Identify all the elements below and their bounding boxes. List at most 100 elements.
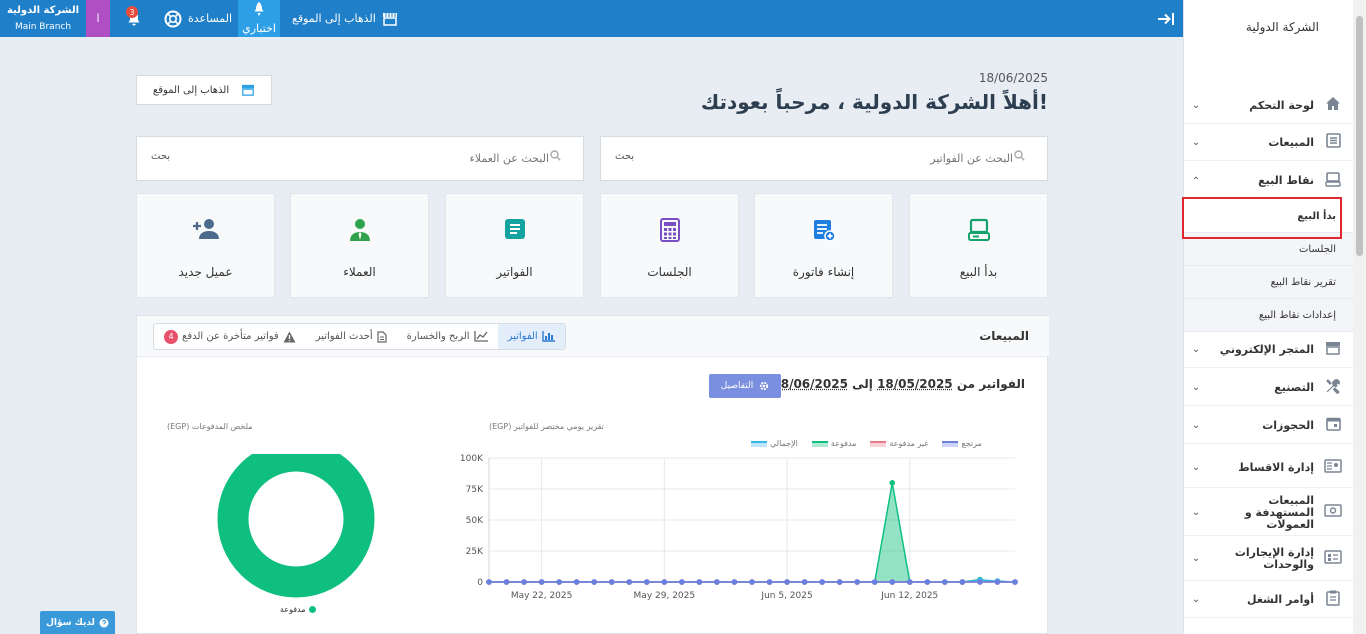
data-point (766, 579, 773, 585)
sidebar-toggle-button[interactable] (1152, 0, 1180, 37)
series-line (489, 482, 1015, 583)
customer-search-input[interactable] (197, 137, 549, 180)
tools-icon (1322, 378, 1344, 398)
scrollbar-thumb[interactable] (1356, 16, 1363, 256)
sidebar-item-rentals-units[interactable]: إدارة الإيجارات والوحدات ⌄ (1184, 537, 1354, 581)
invoice-search-input[interactable] (661, 137, 1013, 180)
x-tick-label: May 22, 2025 (511, 591, 573, 601)
goto-site-link[interactable]: الذهاب إلى الموقع (292, 0, 398, 37)
customer-search-box: بحث (136, 136, 584, 181)
tab-invoices[interactable]: الفواتير (497, 324, 565, 349)
data-point (486, 579, 492, 585)
line-chart-icon (473, 331, 488, 342)
tile-label: بدأ البيع (959, 265, 998, 279)
donut-chart-title: (EGP) ملخص المدفوعات (167, 422, 253, 431)
add-invoice-icon (755, 218, 892, 248)
sidebar-item-sales[interactable]: المبيعات ⌄ (1184, 125, 1354, 161)
donut-legend-swatch (308, 606, 316, 613)
tile-start-sale[interactable]: بدأ البيع (909, 193, 1048, 298)
overdue-badge: 4 (164, 329, 178, 344)
calculator-icon (601, 218, 738, 248)
tile-label: الفواتير (496, 265, 533, 279)
x-tick-label: Jun 5, 2025 (760, 591, 812, 601)
lifebuoy-icon (164, 10, 182, 27)
donut-legend: مدفوعة (280, 605, 316, 614)
sidebar-subitem-pos-report[interactable]: تقرير نقاط البيع (1184, 266, 1354, 299)
avatar-initial: ا (96, 12, 100, 25)
data-point (661, 579, 668, 585)
ask-question-button[interactable]: لديك سؤال (40, 611, 115, 634)
sidebar-item-label: المبيعات (1268, 135, 1314, 149)
sidebar-item-bookings[interactable]: الحجوزات ⌄ (1184, 408, 1354, 444)
sidebar-item-dashboard[interactable]: لوحة التحكم ⌄ (1184, 88, 1354, 124)
data-point (591, 579, 597, 585)
data-point (521, 579, 527, 585)
y-tick-label: 0 (477, 578, 483, 588)
goto-site-label: الذهاب إلى الموقع (152, 84, 230, 96)
y-tick-label: 75K (466, 485, 484, 495)
tile-new-customer[interactable]: عميل جديد (136, 193, 275, 298)
line-chart-title: (EGP) تقرير يومي مختصر للفواتير (489, 422, 604, 431)
tile-create-invoice[interactable]: إنشاء فاتورة (754, 193, 893, 298)
sales-card: المبيعات الفواتير الربح والخسارة أحدث ال… (136, 315, 1049, 634)
money-icon (1322, 504, 1344, 521)
pos-terminal-icon (910, 218, 1047, 248)
notification-badge: 3 (126, 6, 138, 18)
details-label: التفاصيل (720, 381, 754, 391)
sidebar-item-label: الحجوزات (1262, 418, 1314, 432)
tab-latest-invoices[interactable]: أحدث الفواتير (306, 324, 397, 349)
invoice-search-button[interactable]: بحث (615, 151, 634, 162)
sidebar-item-pos[interactable]: نقاط البيع ⌃ (1184, 163, 1354, 199)
sidebar-item-label: التصنيع (1274, 380, 1314, 394)
trial-button[interactable]: اختباري (238, 0, 280, 37)
tile-invoices[interactable]: الفواتير (445, 193, 584, 298)
data-point (977, 579, 983, 585)
data-point (731, 579, 738, 585)
sidebar-item-work-orders[interactable]: أوامر الشغل ⌄ (1184, 582, 1354, 618)
goto-site-label: الذهاب إلى الموقع (292, 12, 376, 25)
tile-label: الجلسات (647, 265, 692, 279)
range-prefix: الفواتير من (956, 377, 1025, 391)
add-user-icon (137, 218, 274, 246)
avatar[interactable]: ا (86, 0, 110, 37)
help-button[interactable]: المساعدة (164, 0, 232, 37)
calendar-icon (1322, 416, 1344, 435)
sidebar-item-manufacturing[interactable]: التصنيع ⌄ (1184, 370, 1354, 406)
sales-card-header: المبيعات الفواتير الربح والخسارة أحدث ال… (137, 316, 1049, 357)
data-point (608, 579, 615, 585)
user-tie-icon (291, 218, 428, 248)
y-tick-label: 25K (466, 547, 484, 557)
range-from-date[interactable]: 18/05/2025 (877, 377, 953, 391)
id-card-icon (1322, 458, 1344, 477)
tile-sessions[interactable]: الجلسات (600, 193, 739, 298)
tile-customers[interactable]: العملاء (290, 193, 429, 298)
sidebar-item-label: المتجر الإلكتروني (1219, 342, 1314, 356)
details-button[interactable]: التفاصيل (709, 374, 781, 398)
goto-site-button[interactable]: الذهاب إلى الموقع (136, 75, 272, 105)
data-point (871, 579, 878, 585)
sidebar-item-online-store[interactable]: المتجر الإلكتروني ⌄ (1184, 332, 1354, 368)
tab-overdue-invoices[interactable]: فواتير متأخرة عن الدفع 4 (154, 324, 306, 349)
highlight-box (1182, 197, 1342, 239)
customer-search-button[interactable]: بحث (151, 151, 170, 162)
sidebar-item-label: إدارة الاقساط (1238, 460, 1314, 474)
help-label: المساعدة (188, 12, 233, 25)
current-date: 18/06/2025 (978, 71, 1048, 85)
chevron-down-icon: ⌄ (1191, 382, 1201, 393)
x-tick-label: May 29, 2025 (634, 591, 696, 601)
x-tick-label: Jun 12, 2025 (880, 591, 938, 601)
page-scrollbar[interactable] (1353, 0, 1366, 634)
store-icon (242, 84, 255, 96)
question-icon (99, 618, 109, 627)
tile-label: عميل جديد (178, 265, 233, 279)
tab-profit-loss[interactable]: الربح والخسارة (397, 324, 498, 349)
bar-chart-icon (542, 331, 555, 342)
company-switcher[interactable]: الشركة الدولية Main Branch (6, 0, 80, 37)
chevron-up-icon: ⌃ (1191, 175, 1201, 187)
sidebar-item-targets-commissions[interactable]: المبيعات المستهدفة و العمولات ⌄ (1184, 490, 1354, 536)
sidebar-item-label: نقاط البيع (1258, 174, 1314, 187)
chevron-down-icon: ⌄ (1191, 507, 1201, 518)
sidebar-item-installments[interactable]: إدارة الاقساط ⌄ (1184, 448, 1354, 488)
range-to-date[interactable]: 18/06/2025 (772, 377, 848, 391)
sidebar-subitem-pos-settings[interactable]: إعدادات نقاط البيع (1184, 299, 1354, 332)
